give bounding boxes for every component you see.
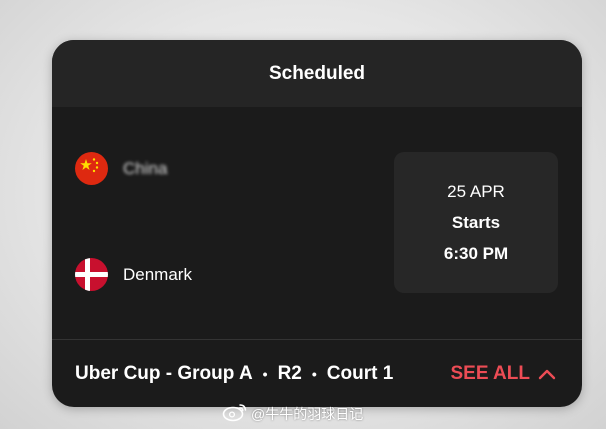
court-label: Court 1 [326,362,394,384]
weibo-icon [222,402,251,425]
team-row-china: China [75,152,167,185]
card-footer: Uber Cup - Group A • R2 • Court 1 SEE AL… [52,340,582,407]
schedule-box: 25 APR Starts 6:30 PM [394,152,558,293]
match-time: 6:30 PM [443,243,509,263]
match-status: Starts [451,212,501,232]
china-flag-icon [75,152,108,185]
see-all-label: SEE ALL [450,362,530,384]
round-label: R2 [277,362,302,384]
card-header: Scheduled [52,40,582,107]
watermark: @牛牛的羽球日记 [222,402,363,425]
chevron-up-icon [538,368,556,380]
separator-dot: • [262,365,268,382]
team-row-denmark: Denmark [75,258,192,291]
match-body: China Denmark 25 APR Starts 6:30 PM [52,107,582,339]
match-card: Scheduled China Denmark 25 APR Starts 6:… [52,40,582,407]
match-date: 25 APR [447,181,505,201]
card-title: Scheduled [268,62,366,84]
see-all-button[interactable]: SEE ALL [450,363,556,385]
match-info: Uber Cup - Group A • R2 • Court 1 [75,363,393,385]
denmark-flag-icon [75,258,108,291]
competition-label: Uber Cup - Group A [75,362,253,384]
team-name-china: China [123,158,168,178]
watermark-text: @牛牛的羽球日记 [251,405,364,422]
team-name-denmark: Denmark [123,264,192,284]
separator-dot: • [311,365,317,382]
